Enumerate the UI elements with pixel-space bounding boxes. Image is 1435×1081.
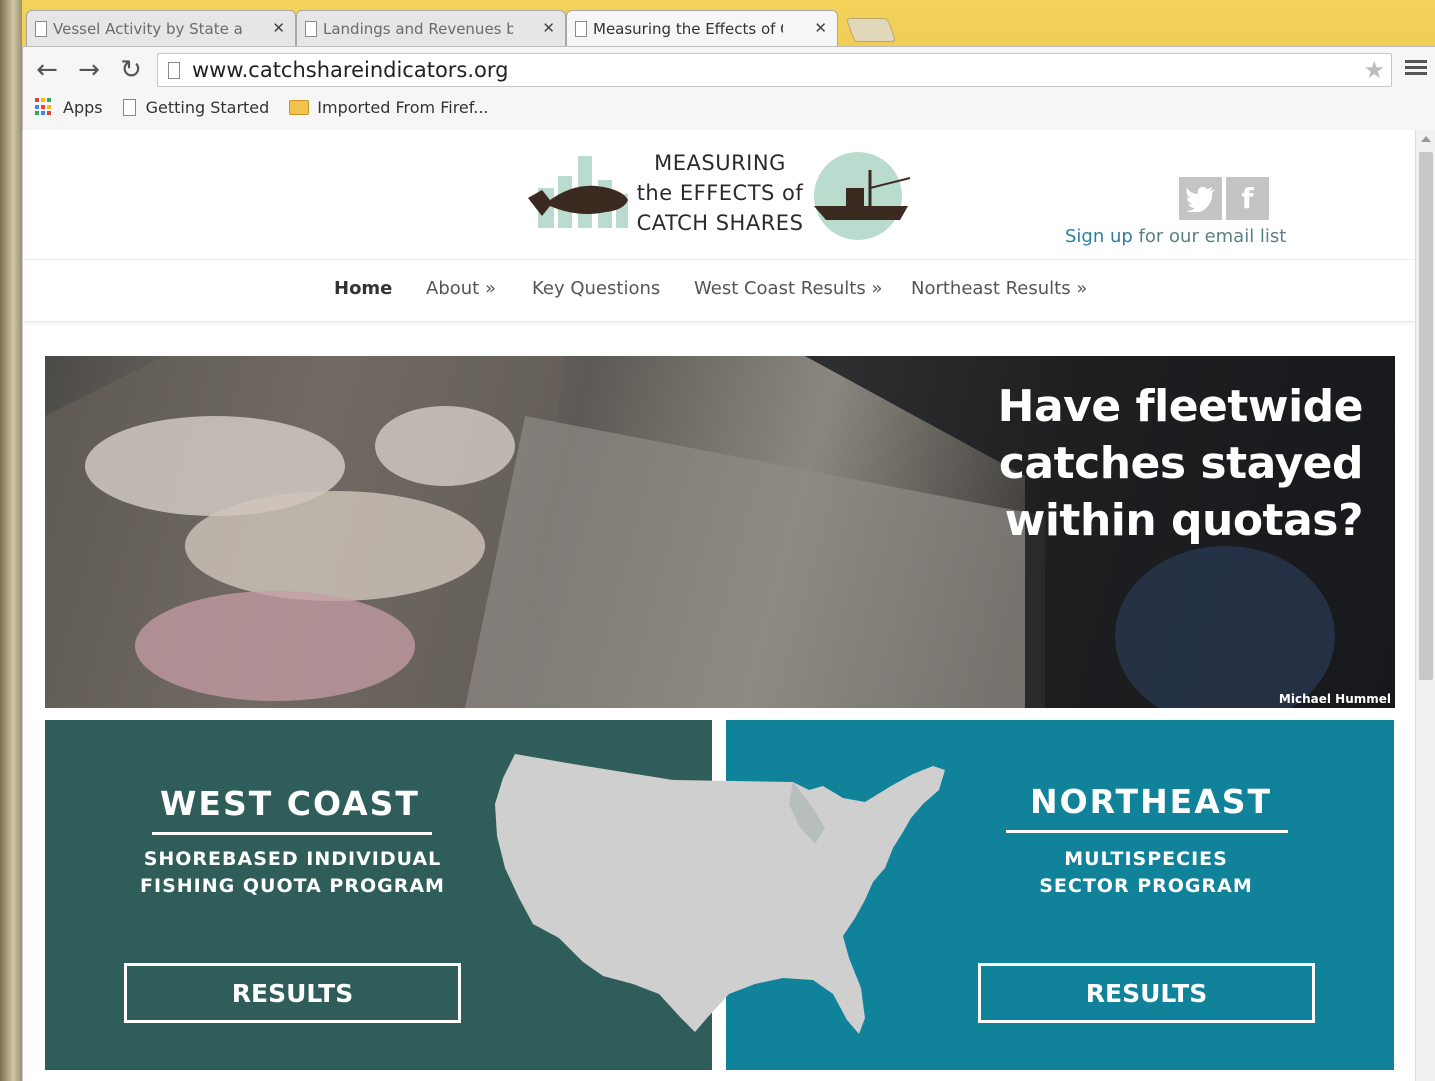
bookmark-apps[interactable]: Apps	[35, 98, 103, 117]
email-signup: Sign up for our email list	[1065, 226, 1286, 247]
social-links: f	[1179, 177, 1269, 220]
site-logo[interactable]: MEASURING the EFFECTS of CATCH SHARES	[528, 148, 918, 243]
logo-line-3: CATCH SHARES	[636, 211, 804, 235]
bookmark-getting-started[interactable]: Getting Started	[122, 97, 270, 117]
hero-headline-line: within quotas?	[1004, 495, 1364, 546]
page-icon	[122, 98, 136, 116]
close-icon[interactable]: ✕	[542, 19, 555, 37]
facebook-icon[interactable]: f	[1226, 177, 1269, 220]
tab-vessel-activity[interactable]: Vessel Activity by State an ✕	[26, 10, 296, 46]
nav-northeast-results[interactable]: Northeast Results »	[911, 278, 1087, 299]
bookmark-imported-folder[interactable]: Imported From Firef...	[289, 97, 489, 117]
page-icon	[305, 21, 317, 37]
nav-about[interactable]: About »	[426, 278, 496, 299]
bookmark-label: Apps	[63, 97, 103, 117]
logo-line-2: the EFFECTS of	[636, 181, 804, 205]
panel-subtitle: SHOREBASED INDIVIDUAL FISHING QUOTA PROG…	[105, 846, 480, 900]
url-input[interactable]	[192, 56, 1342, 84]
nav-home[interactable]: Home	[334, 278, 392, 299]
signup-link[interactable]: Sign up	[1065, 226, 1133, 247]
site-header: MEASURING the EFFECTS of CATCH SHARES f …	[23, 130, 1415, 260]
northeast-results-button[interactable]: RESULTS	[978, 963, 1315, 1023]
panel-subtitle-line: SECTOR PROGRAM	[1039, 875, 1253, 897]
close-icon[interactable]: ✕	[814, 19, 827, 37]
hero-banner: Have fleetwide catches stayed within quo…	[45, 356, 1395, 708]
bookmark-label: Imported From Firef...	[317, 97, 489, 117]
bookmark-label: Getting Started	[145, 97, 270, 117]
scrollbar-thumb[interactable]	[1419, 152, 1433, 680]
page-icon	[35, 21, 47, 37]
twitter-icon[interactable]	[1179, 177, 1222, 220]
back-button[interactable]: ←	[31, 55, 63, 85]
apps-grid-icon	[35, 98, 53, 116]
close-icon[interactable]: ✕	[272, 19, 285, 37]
browser-chrome: Vessel Activity by State an ✕ Landings a…	[0, 0, 1435, 130]
forward-arrow-icon: →	[78, 55, 100, 85]
scroll-up-icon[interactable]	[1421, 136, 1431, 142]
reload-button[interactable]: ↻	[115, 55, 147, 85]
hero-headline-line: Have fleetwide	[997, 381, 1364, 432]
new-tab-button[interactable]	[845, 18, 897, 42]
browser-toolbar: ← → ↻ ★ Apps Getting Started	[22, 46, 1435, 130]
logo-text: MEASURING the EFFECTS of CATCH SHARES	[630, 148, 810, 238]
hero-headline-line: catches stayed	[998, 438, 1364, 489]
tab-label: Vessel Activity by State an	[53, 19, 243, 38]
west-coast-results-button[interactable]: RESULTS	[124, 963, 461, 1023]
panel-subtitle-line: MULTISPECIES	[1064, 848, 1228, 870]
reload-icon: ↻	[120, 55, 142, 85]
tab-strip: Vessel Activity by State an ✕ Landings a…	[24, 6, 1435, 46]
page-icon	[168, 62, 180, 79]
signup-text: for our email list	[1132, 226, 1287, 247]
tab-landings-revenues[interactable]: Landings and Revenues b ✕	[296, 10, 566, 46]
page-icon	[575, 21, 587, 37]
nav-west-coast-results[interactable]: West Coast Results »	[694, 278, 882, 299]
address-bar[interactable]: ★	[157, 53, 1392, 87]
panel-title: WEST COAST	[160, 784, 420, 823]
bookmark-star-icon[interactable]: ★	[1363, 56, 1385, 84]
page-scrollbar[interactable]	[1415, 130, 1435, 1081]
chrome-menu-button[interactable]	[1405, 57, 1427, 79]
hero-headline: Have fleetwide catches stayed within quo…	[983, 378, 1364, 549]
folder-icon	[289, 99, 310, 115]
nav-key-questions[interactable]: Key Questions	[532, 278, 660, 299]
us-map	[495, 754, 945, 1034]
panel-title: NORTHEAST	[1029, 782, 1273, 821]
main-nav: Home About » Key Questions West Coast Re…	[23, 260, 1415, 322]
tab-measuring-effects[interactable]: Measuring the Effects of C ✕	[566, 10, 838, 46]
forward-button[interactable]: →	[73, 55, 105, 85]
tab-label: Landings and Revenues b	[323, 19, 513, 38]
logo-line-1: MEASURING	[654, 151, 786, 175]
back-arrow-icon: ←	[36, 55, 58, 85]
window-edge	[0, 0, 22, 1081]
photo-credit: Michael Hummel	[1278, 692, 1391, 706]
panel-subtitle: MULTISPECIES SECTOR PROGRAM	[971, 846, 1321, 900]
panel-subtitle-line: SHOREBASED INDIVIDUAL	[143, 848, 442, 870]
panel-subtitle-line: FISHING QUOTA PROGRAM	[140, 875, 445, 897]
page-viewport: MEASURING the EFFECTS of CATCH SHARES f …	[22, 130, 1415, 1081]
panel-divider	[152, 832, 432, 835]
tab-label: Measuring the Effects of C	[593, 19, 783, 38]
bookmarks-bar: Apps Getting Started Imported From Firef…	[23, 91, 497, 123]
panel-divider	[1006, 830, 1288, 833]
